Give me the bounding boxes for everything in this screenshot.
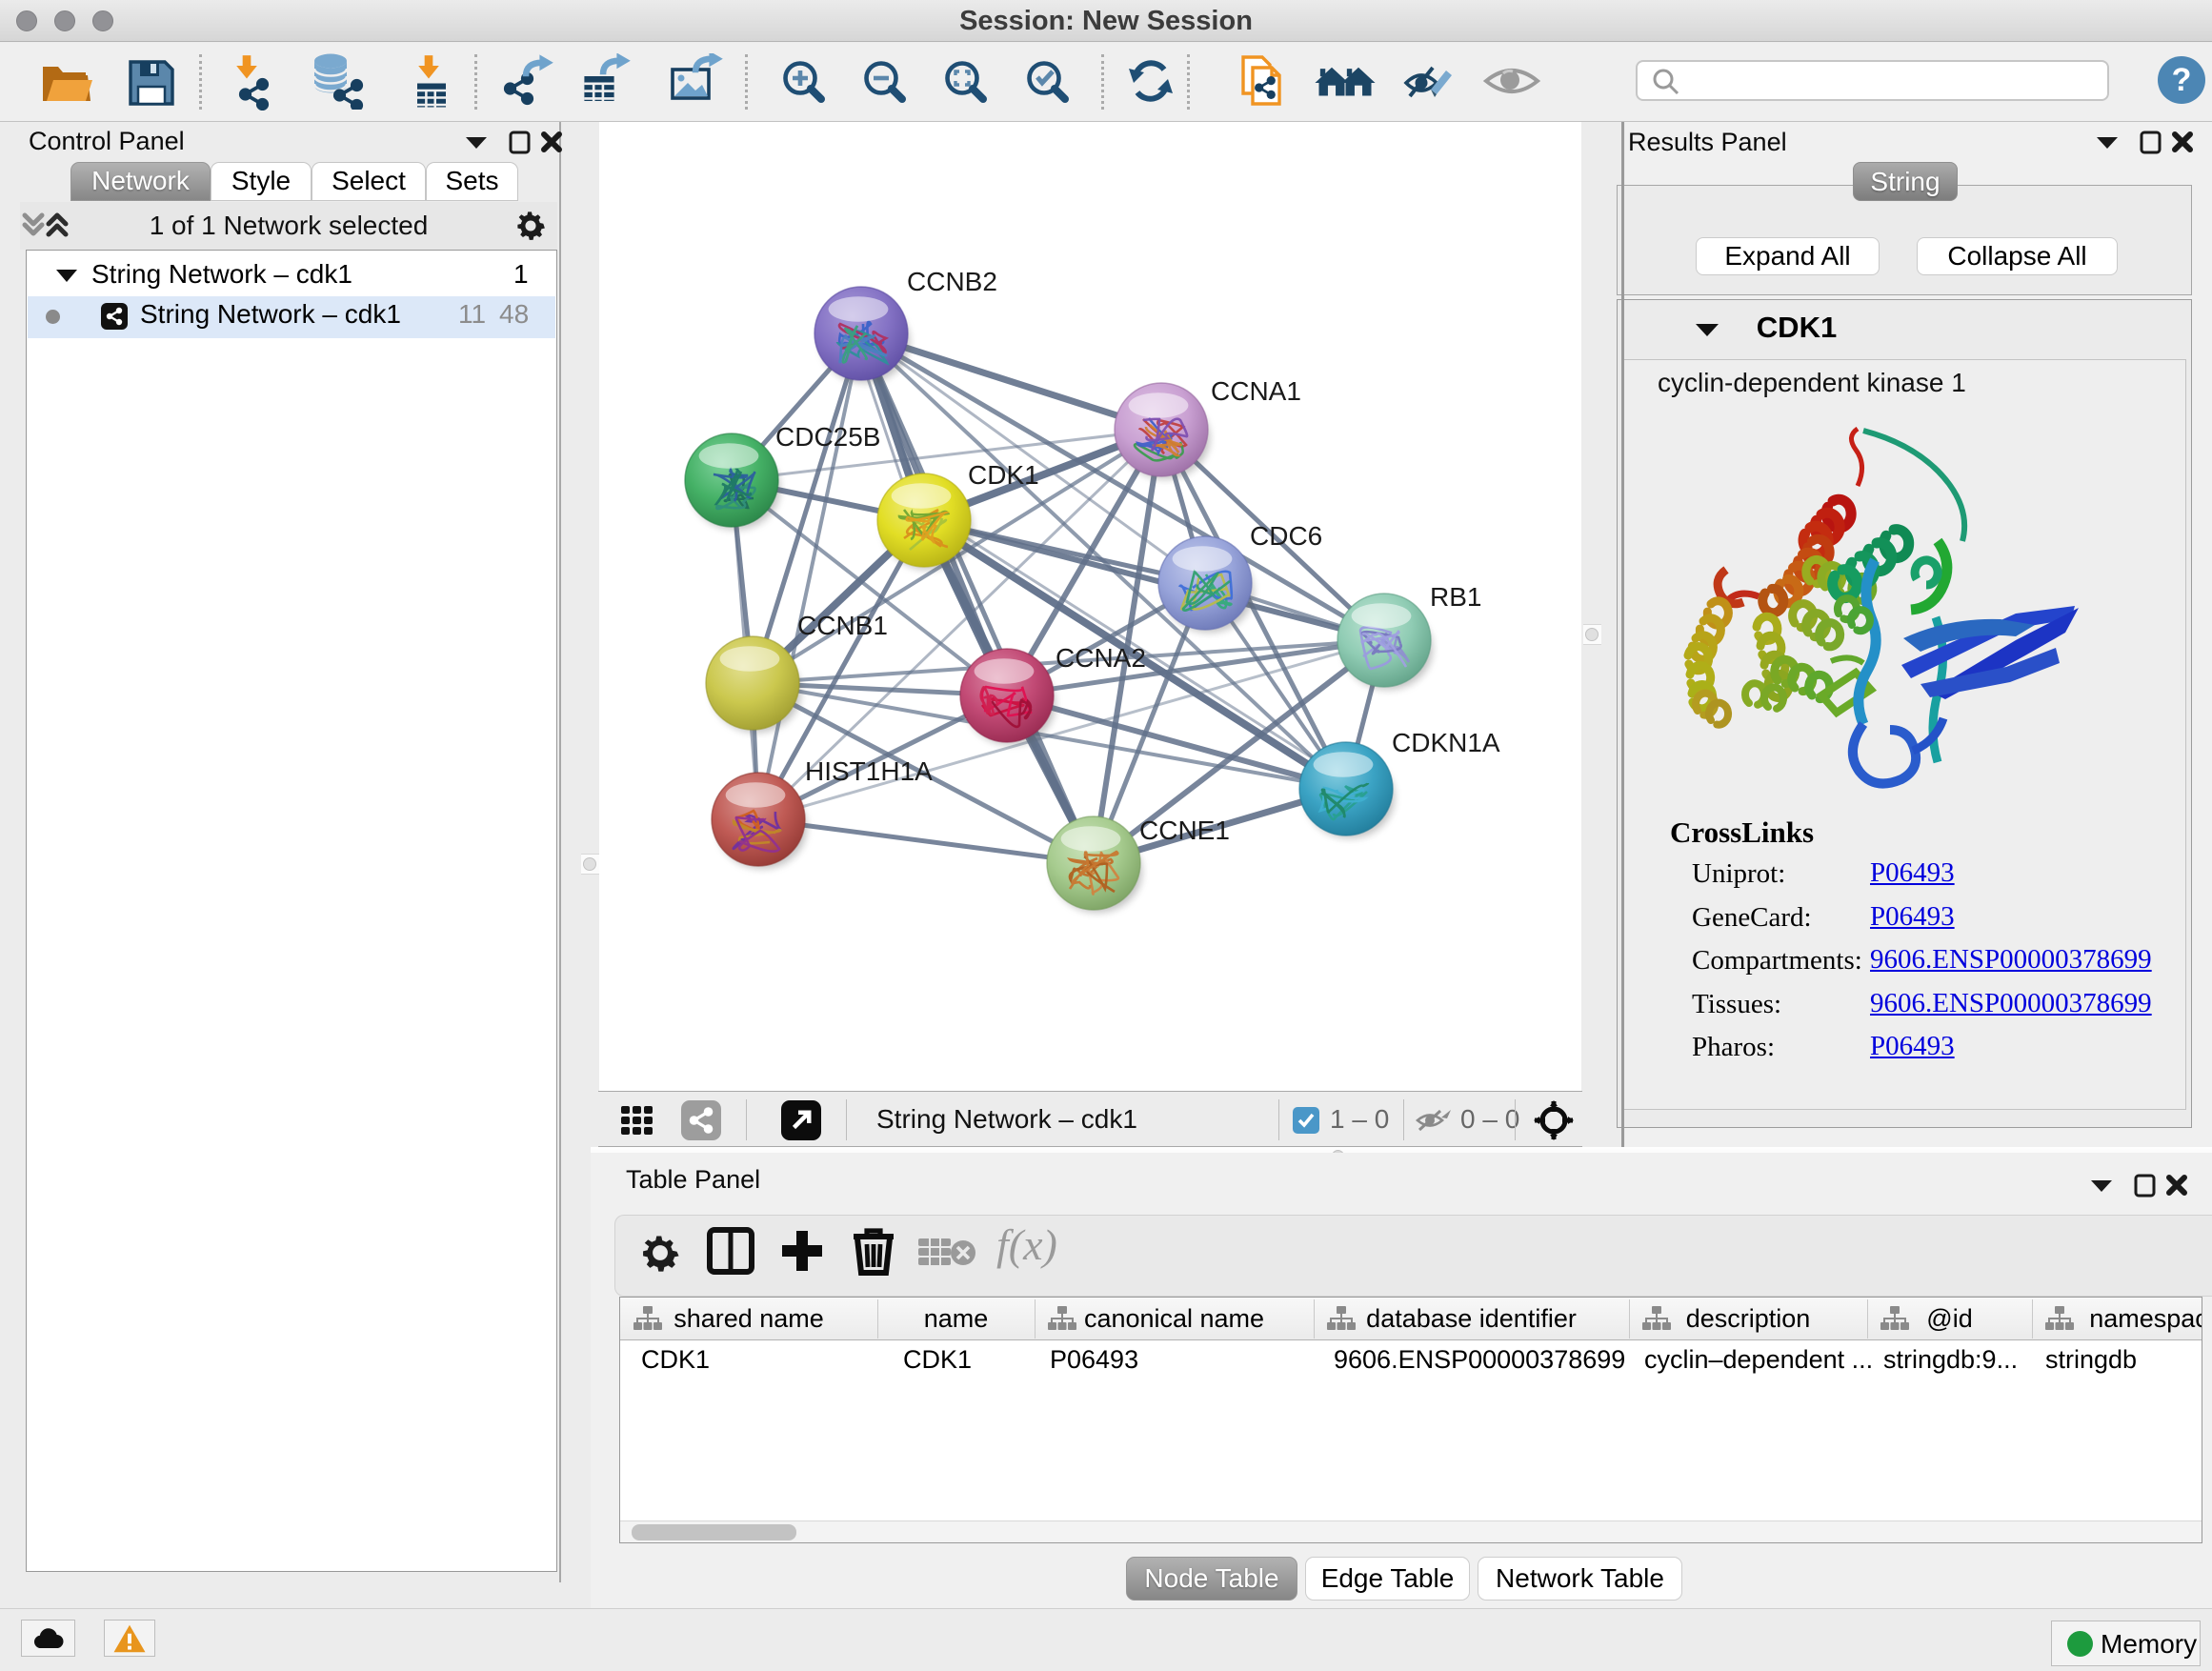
svg-text:CDC25B: CDC25B xyxy=(775,422,880,452)
svg-text:CDKN1A: CDKN1A xyxy=(1392,728,1500,757)
svg-text:CCNE1: CCNE1 xyxy=(1139,815,1230,845)
svg-text:CDC6: CDC6 xyxy=(1250,521,1322,551)
svg-text:CCNB2: CCNB2 xyxy=(907,267,997,296)
svg-text:RB1: RB1 xyxy=(1430,582,1481,612)
svg-text:CDK1: CDK1 xyxy=(968,460,1039,490)
svg-text:CCNA1: CCNA1 xyxy=(1211,376,1301,406)
svg-text:CCNB1: CCNB1 xyxy=(797,611,888,640)
svg-text:?: ? xyxy=(2172,62,2192,98)
svg-text:HIST1H1A: HIST1H1A xyxy=(805,756,933,786)
svg-text:CCNA2: CCNA2 xyxy=(1056,643,1146,673)
